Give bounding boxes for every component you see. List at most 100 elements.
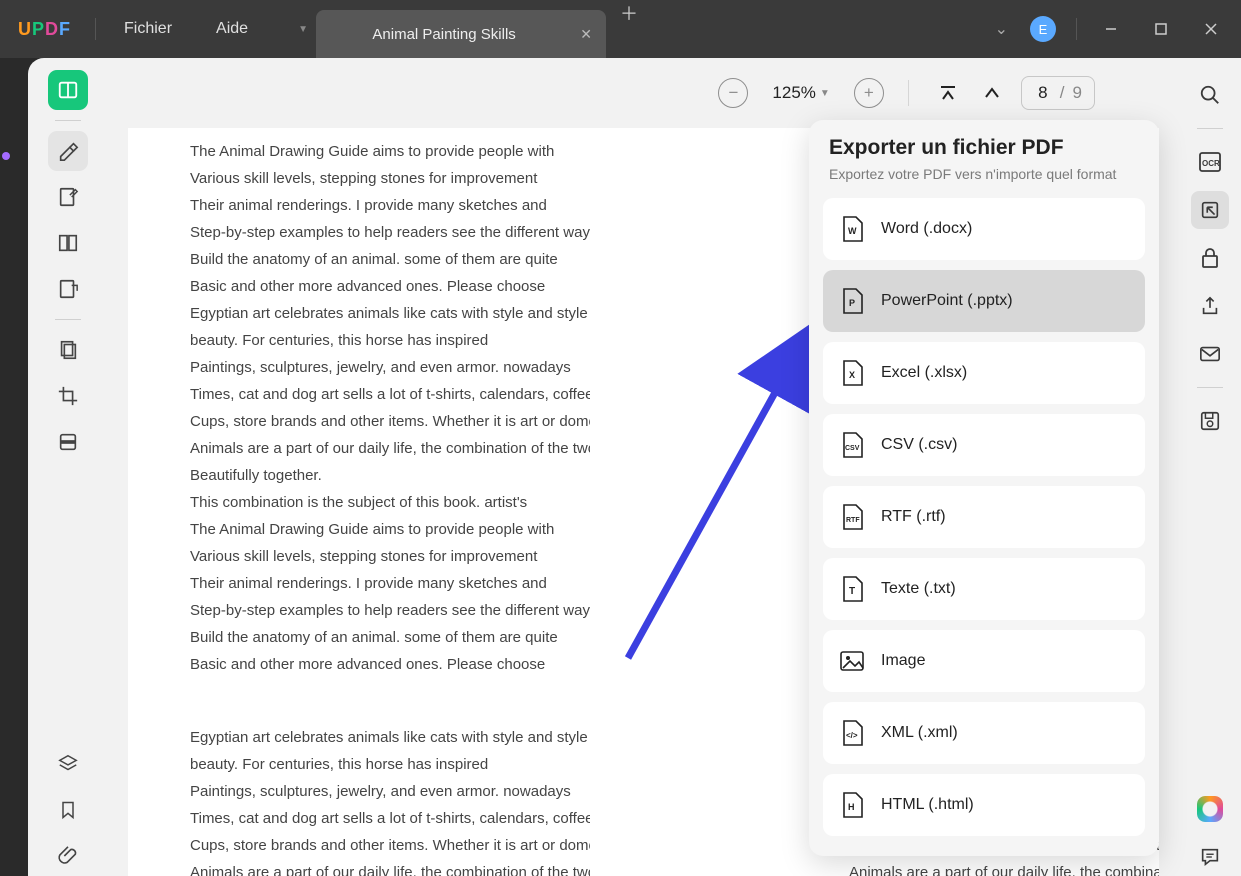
crop-tool[interactable] [48, 376, 88, 416]
text-line: Various skill levels, stepping stones fo… [190, 165, 590, 192]
comment-icon[interactable] [1191, 838, 1229, 876]
text-line: beauty. For centuries, this horse has in… [190, 751, 590, 778]
text-line: Animals are a part of our daily life, th… [849, 859, 1159, 876]
export-option-text[interactable]: TTexte (.txt) [823, 558, 1145, 620]
xml-icon: </> [839, 718, 865, 748]
text-line: beauty. For centuries, this horse has in… [190, 327, 590, 354]
save-icon[interactable] [1191, 402, 1229, 440]
text-line: Basic and other more advanced ones. Plea… [190, 273, 590, 300]
svg-text:W: W [848, 226, 857, 236]
maximize-button[interactable] [1139, 13, 1183, 45]
tab-list-dropdown[interactable]: ▼ [298, 24, 308, 35]
text-line: Cups, store brands and other items. Whet… [190, 832, 590, 859]
new-tab-button[interactable]: ＋ [606, 0, 652, 58]
page-total: 9 [1073, 83, 1082, 103]
export-option-rtf[interactable]: RTFRTF (.rtf) [823, 486, 1145, 548]
svg-text:X: X [849, 370, 855, 380]
export-option-image[interactable]: Image [823, 630, 1145, 692]
export-icon[interactable] [1191, 191, 1229, 229]
svg-text:RTF: RTF [846, 517, 860, 524]
zoom-dropdown-icon[interactable]: ▼ [820, 88, 830, 99]
page-separator: / [1060, 83, 1065, 103]
minimize-button[interactable] [1089, 13, 1133, 45]
text-line: Basic and other more advanced ones. Plea… [190, 651, 590, 678]
first-page-button[interactable] [933, 81, 963, 105]
attachment-icon[interactable] [48, 836, 88, 876]
image-icon [839, 646, 865, 676]
text-line: This combination is the subject of this … [190, 489, 590, 516]
text-line: The Animal Drawing Guide aims to provide… [190, 516, 590, 543]
text-line: Various skill levels, stepping stones fo… [190, 543, 590, 570]
app-logo: UPDF [0, 19, 89, 40]
export-option-html[interactable]: HHTML (.html) [823, 774, 1145, 836]
tab-label: Animal Painting Skills [338, 26, 550, 43]
text-line: Their animal renderings. I provide many … [190, 192, 590, 219]
titlebar: UPDF Fichier Aide ▼ Animal Painting Skil… [0, 0, 1241, 58]
toolbar: − 125%▼ + / 9 [108, 58, 1179, 128]
text-line: Paintings, sculptures, jewelry, and even… [190, 354, 590, 381]
text-line: Egyptian art celebrates animals like cat… [190, 300, 590, 327]
text-line: Step-by-step examples to help readers se… [190, 219, 590, 246]
edit-tool[interactable] [48, 177, 88, 217]
menu-help[interactable]: Aide [194, 20, 270, 38]
export-option-xml[interactable]: </>XML (.xml) [823, 702, 1145, 764]
export-option-excel[interactable]: XExcel (.xlsx) [823, 342, 1145, 404]
csv-icon: CSV [839, 430, 865, 460]
text-line: Beautifully together. [190, 462, 590, 489]
menu-file[interactable]: Fichier [102, 20, 194, 38]
protect-icon[interactable] [1191, 239, 1229, 277]
text-line: Times, cat and dog art sells a lot of t-… [190, 381, 590, 408]
document-tab[interactable]: Animal Painting Skills ✕ [316, 10, 606, 58]
svg-text:T: T [849, 586, 855, 597]
svg-text:H: H [848, 802, 855, 812]
zoom-in-button[interactable]: + [854, 78, 884, 108]
svg-text:OCR: OCR [1202, 159, 1220, 168]
excel-icon: X [839, 358, 865, 388]
word-icon: W [839, 214, 865, 244]
text-line: Build the anatomy of an animal. some of … [190, 246, 590, 273]
text-line: The Animal Drawing Guide aims to provide… [190, 138, 590, 165]
share-icon[interactable] [1191, 287, 1229, 325]
panel-title: Exporter un fichier PDF [823, 136, 1145, 160]
chevron-down-icon[interactable]: ⌄ [987, 11, 1016, 47]
export-option-csv[interactable]: CSVCSV (.csv) [823, 414, 1145, 476]
svg-text:</>: </> [846, 731, 858, 740]
email-icon[interactable] [1191, 335, 1229, 373]
close-button[interactable] [1189, 13, 1233, 45]
search-icon[interactable] [1191, 76, 1229, 114]
zoom-level[interactable]: 125%▼ [762, 83, 839, 103]
text-line: Build the anatomy of an animal. some of … [190, 624, 590, 651]
text-line: Animals are a part of our daily life, th… [190, 859, 590, 876]
reader-tool[interactable] [48, 70, 88, 110]
text-line: Egyptian art celebrates animals like cat… [190, 724, 590, 751]
right-sidebar: OCR [1179, 58, 1241, 876]
html-icon: H [839, 790, 865, 820]
page-number-input[interactable] [1034, 83, 1052, 103]
text-icon: T [839, 574, 865, 604]
user-avatar[interactable]: E [1030, 16, 1056, 42]
left-sidebar [28, 58, 108, 876]
layers-icon[interactable] [48, 744, 88, 784]
organize-tool[interactable] [48, 330, 88, 370]
close-icon[interactable]: ✕ [580, 26, 592, 43]
prev-page-button[interactable] [977, 82, 1007, 104]
ai-icon[interactable] [1191, 790, 1229, 828]
notification-dot [2, 152, 10, 160]
bookmark-icon[interactable] [48, 790, 88, 830]
redact-tool[interactable] [48, 422, 88, 462]
highlight-tool[interactable] [48, 131, 88, 171]
text-line: Animals are a part of our daily life, th… [190, 435, 590, 462]
text-line: Step-by-step examples to help readers se… [190, 597, 590, 624]
export-panel: Exporter un fichier PDF Exportez votre P… [809, 120, 1159, 856]
ocr-icon[interactable]: OCR [1191, 143, 1229, 181]
export-option-powerpoint[interactable]: PPowerPoint (.pptx) [823, 270, 1145, 332]
export-option-word[interactable]: WWord (.docx) [823, 198, 1145, 260]
page-indicator[interactable]: / 9 [1021, 76, 1095, 110]
rtf-icon: RTF [839, 502, 865, 532]
zoom-out-button[interactable]: − [718, 78, 748, 108]
form-tool[interactable] [48, 269, 88, 309]
text-line: Times, cat and dog art sells a lot of t-… [190, 805, 590, 832]
text-line: Paintings, sculptures, jewelry, and even… [190, 778, 590, 805]
powerpoint-icon: P [839, 286, 865, 316]
compare-tool[interactable] [48, 223, 88, 263]
